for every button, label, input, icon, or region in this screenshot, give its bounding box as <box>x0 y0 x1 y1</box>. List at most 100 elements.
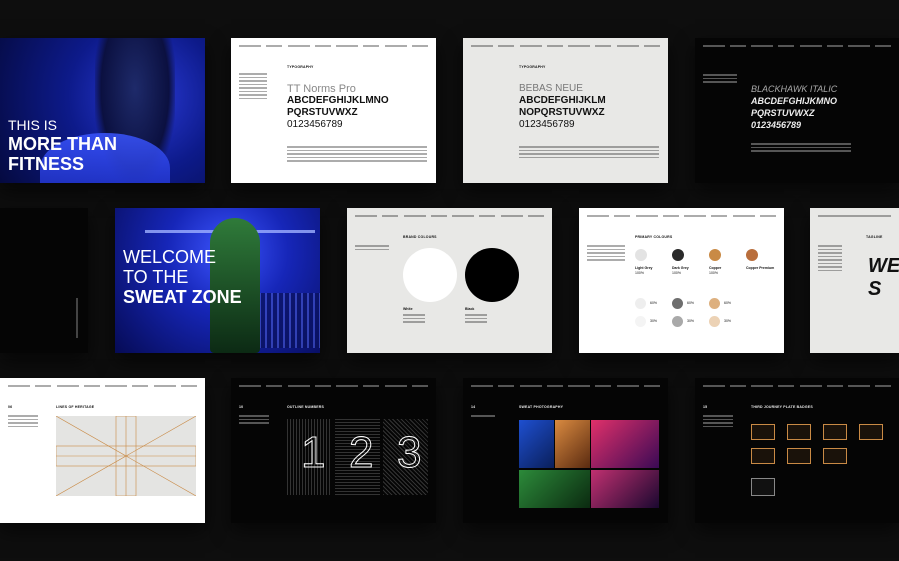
section-number: 14 <box>471 405 476 409</box>
badge-4 <box>859 424 883 440</box>
badge-7 <box>823 448 847 464</box>
tint-label-3: 60% <box>724 301 732 305</box>
tint-dark-grey-30 <box>672 316 683 327</box>
copper-label: Copper <box>709 266 722 270</box>
tint-copper-30 <box>709 316 720 327</box>
welcome-line2: TO THE <box>123 267 189 287</box>
tagline-card[interactable]: TAGLINE WE S <box>810 208 899 353</box>
font-name: BLACKHAWK ITALIC <box>751 84 838 94</box>
font-upper1: ABCDEFGHIJKLM <box>519 95 606 106</box>
font-digits: 0123456789 <box>751 120 802 130</box>
dark-grey-pct: 100% <box>672 271 681 275</box>
dark-side-card[interactable] <box>0 208 88 353</box>
tint-label-1: 60% <box>650 301 658 305</box>
copper-premium-swatch <box>746 249 758 261</box>
nav-bar <box>239 44 428 58</box>
copper-swatch <box>709 249 721 261</box>
welcome-card[interactable]: WELCOME TO THE SWEAT ZONE <box>115 208 320 353</box>
union-jack-outline <box>56 416 196 496</box>
photo-1 <box>519 420 554 468</box>
primary-colours-card[interactable]: PRIMARY COLOURS Light Grey Dark Grey Cop… <box>579 208 784 353</box>
badge-5 <box>751 448 775 464</box>
light-grey-label: Light Grey <box>635 266 653 270</box>
typography-card-3[interactable]: BLACKHAWK ITALIC ABCDEFGHIJKMNO PQRSTUVW… <box>695 38 899 183</box>
intro-lines <box>239 415 269 426</box>
photo-5 <box>591 470 659 508</box>
plate-badges-card[interactable]: 15 THIRD JOURNEY PLATE BADGES <box>695 378 899 523</box>
white-label: White <box>403 307 413 311</box>
badge-1 <box>751 424 775 440</box>
intro-lines <box>703 415 733 429</box>
tint-dark-grey-60 <box>672 298 683 309</box>
nav-bar <box>239 384 428 398</box>
gym-equipment <box>255 293 320 348</box>
intro-lines <box>587 245 625 263</box>
section-label: SWEAT PHOTOGRAPHY <box>519 405 564 409</box>
font-digits: 0123456789 <box>519 119 575 130</box>
tint-light-grey-60 <box>635 298 646 309</box>
hero-card[interactable]: THIS IS MORE THAN FITNESS <box>0 38 205 183</box>
copper-premium-label: Copper Premium <box>746 266 775 270</box>
nav-bar <box>471 384 660 398</box>
script-samples <box>751 143 851 154</box>
font-upper2: PQRSTUVWXZ <box>287 107 358 118</box>
tint-label-5: 30% <box>687 319 695 323</box>
typography-card-2[interactable]: TYPOGRAPHY BEBAS NEUE ABCDEFGHIJKLM NOPQ… <box>463 38 668 183</box>
intro-lines <box>471 415 495 419</box>
sidebar-lines <box>239 73 267 101</box>
section-label: PRIMARY COLOURS <box>635 235 673 239</box>
photo-2 <box>555 420 590 468</box>
sweat-photography-card[interactable]: 14 SWEAT PHOTOGRAPHY <box>463 378 668 523</box>
copper-pct: 100% <box>709 271 718 275</box>
light-grey-swatch <box>635 249 647 261</box>
black-spec <box>465 314 487 325</box>
section-label: THIRD JOURNEY PLATE BADGES <box>751 405 813 409</box>
light-grey-pct: 100% <box>635 271 644 275</box>
photo-4 <box>519 470 590 508</box>
font-upper1: ABCDEFGHIJKMNO <box>751 96 838 106</box>
section-label: TYPOGRAPHY <box>287 65 314 69</box>
badge-6 <box>787 448 811 464</box>
lines-of-heritage-card[interactable]: 06 LINES OF HERITAGE <box>0 378 205 523</box>
font-upper2: PQRSTUVWXZ <box>751 108 815 118</box>
tint-label-2: 60% <box>687 301 695 305</box>
nav-bar <box>703 44 891 58</box>
nav-bar <box>818 214 891 228</box>
white-swatch <box>403 248 457 302</box>
section-number: 06 <box>8 405 13 409</box>
black-label: Black <box>465 307 475 311</box>
badge-8 <box>751 478 775 496</box>
weight-samples <box>287 146 427 164</box>
section-label: BRAND COLOURS <box>403 235 437 239</box>
outline-numbers-card[interactable]: 10 OUTLINE NUMBERS 1 2 3 <box>231 378 436 523</box>
section-label: TYPOGRAPHY <box>519 65 546 69</box>
nav-bar <box>471 44 660 58</box>
nav-bar <box>355 214 544 228</box>
outline-digit-2: 2 <box>348 428 374 478</box>
athlete-figure <box>210 218 260 353</box>
tint-label-4: 30% <box>650 319 658 323</box>
dark-grey-swatch <box>672 249 684 261</box>
white-spec <box>403 314 425 325</box>
tagline-text: WE S <box>868 255 899 300</box>
section-label: OUTLINE NUMBERS <box>287 405 325 409</box>
dark-grey-label: Dark Grey <box>672 266 689 270</box>
welcome-line1: WELCOME <box>123 247 217 267</box>
section-number: 10 <box>239 405 244 409</box>
weight-samples <box>519 146 659 160</box>
typography-card-1[interactable]: TYPOGRAPHY TT Norms Pro ABCDEFGHIJKLMNO … <box>231 38 436 183</box>
badge-2 <box>787 424 811 440</box>
font-upper1: ABCDEFGHIJKLMNO <box>287 95 389 106</box>
intro-lines <box>8 415 38 429</box>
intro-lines <box>355 245 389 252</box>
hero-line3: FITNESS <box>8 154 85 174</box>
sidebar-lines <box>703 74 737 85</box>
welcome-line3: SWEAT ZONE <box>123 287 242 307</box>
font-name: BEBAS NEUE <box>519 83 583 94</box>
outline-digit-3: 3 <box>396 428 422 478</box>
nav-bar <box>587 214 776 228</box>
hero-line1: THIS IS <box>8 117 58 133</box>
hero-line2: MORE THAN <box>8 134 117 154</box>
brand-colours-card[interactable]: BRAND COLOURS White Black <box>347 208 552 353</box>
black-swatch <box>465 248 519 302</box>
